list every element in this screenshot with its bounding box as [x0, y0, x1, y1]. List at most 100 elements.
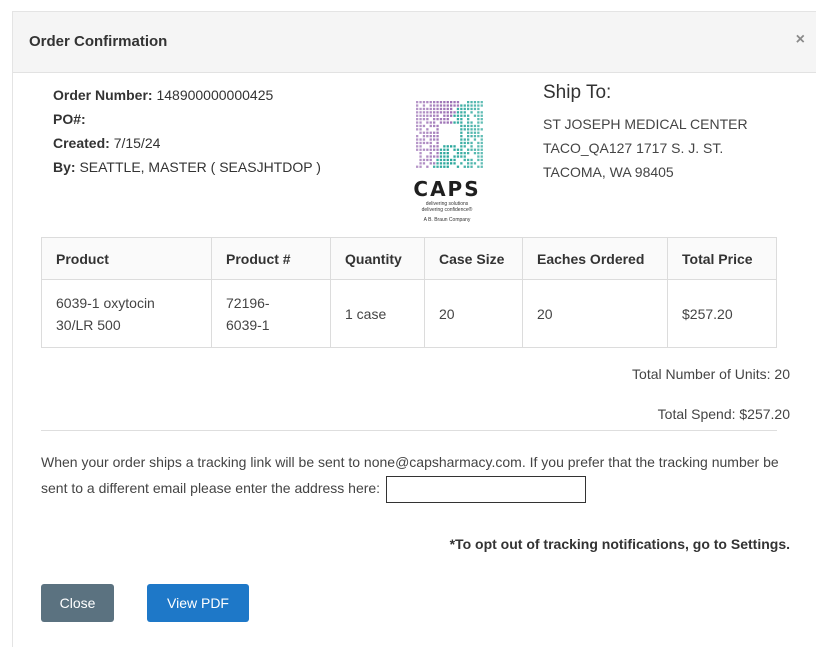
- logo-dot: [430, 162, 432, 164]
- po-label: PO#:: [53, 111, 86, 127]
- logo-dot: [433, 108, 435, 110]
- logo-dot: [470, 166, 472, 168]
- logo-dot: [423, 125, 425, 127]
- logo-dot: [470, 149, 472, 151]
- logo-dot: [467, 149, 469, 151]
- logo-dot: [423, 101, 425, 103]
- view-pdf-button[interactable]: View PDF: [147, 584, 249, 622]
- logo-dot: [477, 152, 479, 154]
- logo-dot: [477, 132, 479, 134]
- column-header-product-number: Product #: [212, 238, 331, 280]
- logo-dot: [453, 101, 455, 103]
- logo-dot: [460, 115, 462, 117]
- logo-dot: [470, 121, 472, 123]
- logo-dot: [416, 142, 418, 144]
- logo-dot: [460, 142, 462, 144]
- logo-dot: [464, 166, 466, 168]
- logo-dot: [474, 162, 476, 164]
- logo-dot: [460, 138, 462, 140]
- close-icon[interactable]: ×: [796, 32, 805, 48]
- logo-dot: [423, 149, 425, 151]
- column-header-total-price: Total Price: [668, 238, 777, 280]
- cell-eaches-ordered: 20: [523, 280, 668, 348]
- logo-dot: [426, 128, 428, 130]
- logo-dot: [440, 118, 442, 120]
- logo-dot: [481, 142, 483, 144]
- logo-dot: [433, 145, 435, 147]
- logo-dot: [453, 115, 455, 117]
- logo-dot: [474, 128, 476, 130]
- order-number-value: 148900000000425: [156, 87, 273, 103]
- caps-logo: CAPS delivering solutions delivering con…: [402, 95, 492, 230]
- close-button[interactable]: Close: [41, 584, 114, 622]
- logo-dot: [453, 155, 455, 157]
- logo-dot: [481, 159, 483, 161]
- logo-dot: [430, 142, 432, 144]
- logo-dot: [460, 108, 462, 110]
- logo-dot: [481, 152, 483, 154]
- logo-dot: [433, 125, 435, 127]
- tracking-email-input[interactable]: [386, 476, 586, 503]
- logo-dot: [430, 104, 432, 106]
- logo-dot: [426, 115, 428, 117]
- logo-dot: [453, 121, 455, 123]
- logo-dot: [460, 125, 462, 127]
- logo-dot: [433, 118, 435, 120]
- logo-dot: [419, 138, 421, 140]
- logo-dot: [477, 145, 479, 147]
- logo-dot: [419, 166, 421, 168]
- logo-dot: [470, 111, 472, 113]
- logo-dot: [443, 145, 445, 147]
- logo-dot: [474, 125, 476, 127]
- logo-dot: [419, 125, 421, 127]
- logo-dot: [467, 125, 469, 127]
- logo-dot: [430, 125, 432, 127]
- logo-dot: [423, 115, 425, 117]
- logo-dot: [457, 166, 459, 168]
- logo-dot: [460, 132, 462, 134]
- logo-dot: [426, 142, 428, 144]
- logo-dot: [433, 104, 435, 106]
- logo-dot: [477, 155, 479, 157]
- logo-dot: [447, 118, 449, 120]
- logo-dot: [477, 125, 479, 127]
- logo-dot: [443, 162, 445, 164]
- logo-dot: [426, 155, 428, 157]
- logo-dot: [474, 104, 476, 106]
- logo-dot: [433, 149, 435, 151]
- logo-dot: [477, 142, 479, 144]
- logo-dot: [436, 145, 438, 147]
- logo-dot: [419, 121, 421, 123]
- tracking-message: When your order ships a tracking link wi…: [41, 449, 786, 503]
- logo-dot: [436, 138, 438, 140]
- logo-dot: [464, 115, 466, 117]
- logo-dot: [443, 111, 445, 113]
- ship-to-block: Ship To: ST JOSEPH MEDICAL CENTER TACO_Q…: [543, 82, 748, 184]
- logo-dot: [419, 159, 421, 161]
- logo-dot: [430, 152, 432, 154]
- logo-dot: [447, 166, 449, 168]
- logo-dot: [481, 138, 483, 140]
- order-number-label: Order Number:: [53, 87, 153, 103]
- total-spend: Total Spend: $257.20: [658, 406, 790, 422]
- logo-dot: [433, 121, 435, 123]
- logo-dot: [443, 101, 445, 103]
- logo-dot: [470, 132, 472, 134]
- logo-dot: [430, 145, 432, 147]
- logo-dot: [436, 142, 438, 144]
- logo-dot: [423, 162, 425, 164]
- logo-dot: [423, 142, 425, 144]
- logo-dot: [430, 135, 432, 137]
- created-label: Created:: [53, 135, 110, 151]
- logo-dot: [443, 108, 445, 110]
- logo-dot: [443, 104, 445, 106]
- logo-dot: [467, 159, 469, 161]
- modal-title: Order Confirmation: [29, 33, 167, 50]
- logo-dot: [450, 145, 452, 147]
- logo-dot: [433, 115, 435, 117]
- logo-dot: [460, 118, 462, 120]
- order-number-row: Order Number: 148900000000425: [53, 83, 321, 107]
- logo-dot: [443, 159, 445, 161]
- logo-dot: [450, 104, 452, 106]
- logo-dot: [464, 142, 466, 144]
